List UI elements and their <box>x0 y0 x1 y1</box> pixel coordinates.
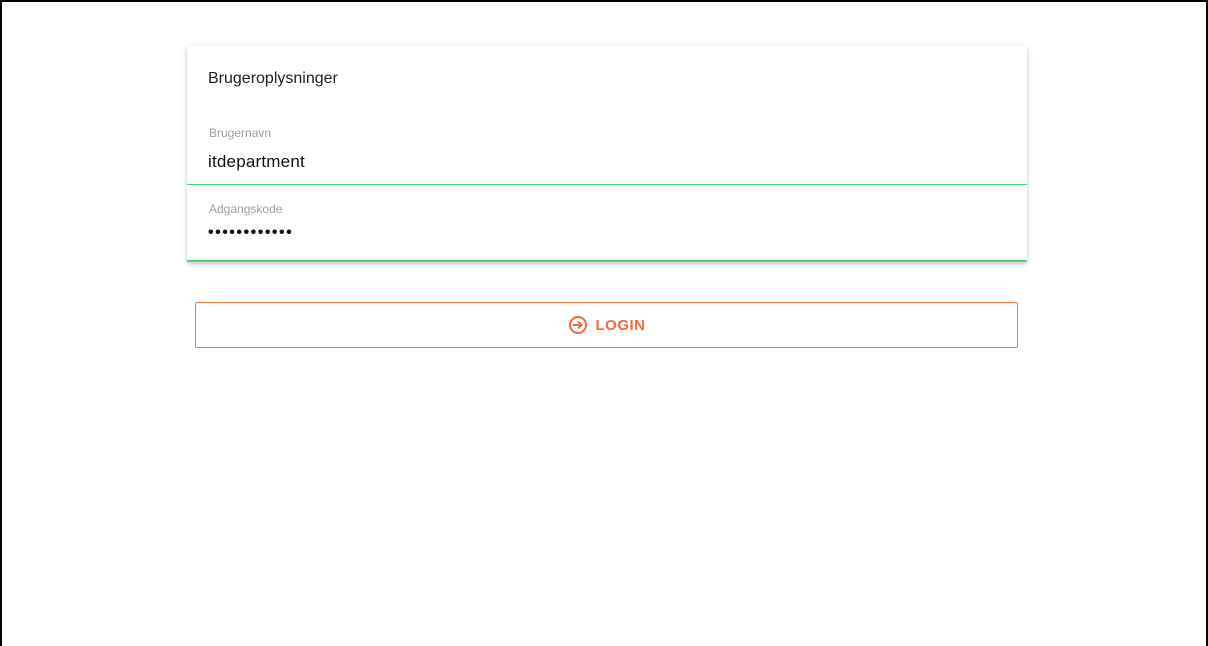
username-label: Brugernavn <box>209 126 272 140</box>
password-field[interactable]: Adgangskode •••••••••••• <box>187 202 1027 262</box>
username-field[interactable]: Brugernavn itdepartment <box>187 126 1027 186</box>
password-input[interactable]: •••••••••••• <box>208 224 293 242</box>
password-label: Adgangskode <box>209 202 283 216</box>
username-input[interactable]: itdepartment <box>208 152 305 172</box>
card-title: Brugeroplysninger <box>208 70 338 87</box>
login-label: LOGIN <box>595 316 646 334</box>
app-window: Brugeroplysninger Brugernavn itdepartmen… <box>0 0 1208 646</box>
password-underline <box>187 260 1027 262</box>
username-underline <box>187 184 1027 185</box>
login-button[interactable]: LOGIN <box>195 302 1018 348</box>
login-icon <box>568 315 588 335</box>
user-info-card: Brugeroplysninger Brugernavn itdepartmen… <box>187 46 1027 262</box>
